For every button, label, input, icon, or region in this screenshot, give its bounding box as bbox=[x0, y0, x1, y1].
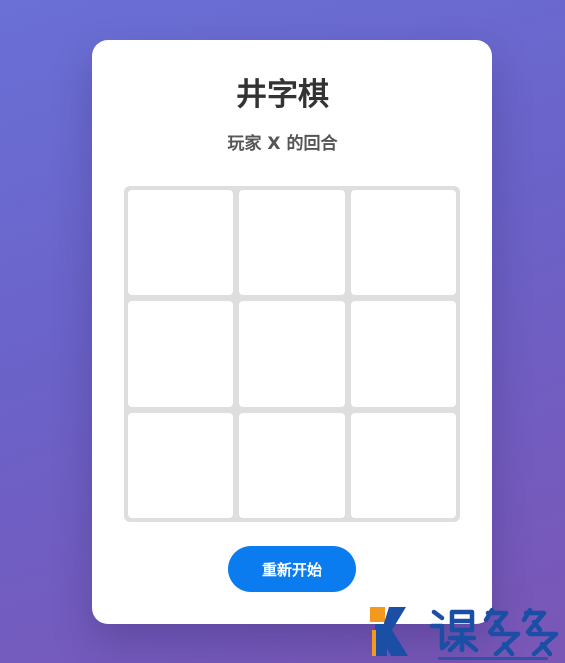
board-cell-7[interactable] bbox=[128, 412, 234, 518]
board-cell-6[interactable] bbox=[350, 301, 456, 407]
board-cell-1[interactable] bbox=[128, 190, 234, 296]
board-cell-8[interactable] bbox=[239, 412, 345, 518]
board-cell-2[interactable] bbox=[239, 190, 345, 296]
restart-button[interactable]: 重新开始 bbox=[228, 546, 356, 592]
board-cell-3[interactable] bbox=[350, 190, 456, 296]
board-cell-4[interactable] bbox=[128, 301, 234, 407]
turn-status: 玩家 X 的回合 bbox=[227, 134, 338, 154]
game-board bbox=[124, 186, 460, 522]
board-cell-9[interactable] bbox=[350, 412, 456, 518]
watermark-logo bbox=[370, 607, 559, 660]
page-title: 井字棋 bbox=[236, 77, 329, 113]
board-cell-5[interactable] bbox=[239, 301, 345, 407]
